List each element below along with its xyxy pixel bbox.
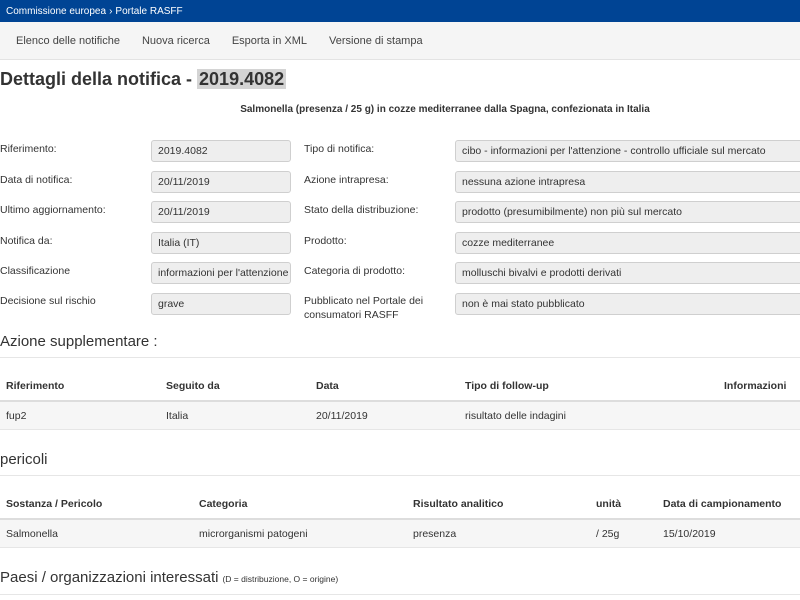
hazards-cell-sampling-date: 15/10/2019 <box>663 528 716 540</box>
risk-decision-label: Decisione sul rischio <box>0 295 96 307</box>
classification-label: Classificazione <box>0 265 71 277</box>
section-divider <box>0 475 800 476</box>
action-taken-label: Azione intrapresa: <box>304 174 389 186</box>
followup-col-reference: Riferimento <box>6 380 65 392</box>
section-divider <box>0 357 800 358</box>
reference-field: 2019.4082 <box>151 140 291 162</box>
consumer-portal-field: non è mai stato pubblicato <box>455 293 800 315</box>
classification-field: informazioni per l'attenzione <box>151 262 291 284</box>
notification-type-field: cibo - informazioni per l'attenzione - c… <box>455 140 800 162</box>
last-update-field: 20/11/2019 <box>151 201 291 223</box>
followup-section-title: Azione supplementare : <box>0 333 158 350</box>
table-row: fup2 Italia 20/11/2019 risultato delle i… <box>0 402 800 430</box>
distribution-status-label: Stato della distribuzione: <box>304 204 419 216</box>
notification-subject: Salmonella (presenza / 25 g) in cozze me… <box>240 104 650 115</box>
page-title-prefix: Dettagli della notifica - <box>0 69 198 89</box>
hazards-cell-substance: Salmonella <box>6 528 58 540</box>
hazards-cell-result: presenza <box>413 528 457 540</box>
section-divider <box>0 594 800 595</box>
product-category-label: Categoria di prodotto: <box>304 265 405 277</box>
action-taken-field: nessuna azione intrapresa <box>455 171 800 193</box>
action-nav: Elenco delle notifiche Nuova ricerca Esp… <box>0 22 800 60</box>
notification-reference: 2019.4082 <box>197 69 287 89</box>
breadcrumb-home-link[interactable]: Commissione europea <box>6 6 106 17</box>
followup-col-followed-by: Seguito da <box>166 380 220 392</box>
hazards-col-category: Categoria <box>199 498 248 510</box>
last-update-label: Ultimo aggiornamento: <box>0 204 106 216</box>
nav-new-search[interactable]: Nuova ricerca <box>131 35 221 47</box>
hazards-cell-category: microrganismi patogeni <box>199 528 308 540</box>
product-category-field: molluschi bivalvi e prodotti derivati <box>455 262 800 284</box>
countries-title-text: Paesi / organizzazioni interessati <box>0 569 219 586</box>
countries-section-title: Paesi / organizzazioni interessati (D = d… <box>0 569 338 586</box>
followup-table-header: Riferimento Seguito da Data Tipo di foll… <box>0 370 800 402</box>
notification-type-label: Tipo di notifica: <box>304 143 375 155</box>
nav-print-version[interactable]: Versione di stampa <box>318 35 434 47</box>
countries-legend-note: (D = distribuzione, O = origine) <box>222 574 339 584</box>
distribution-status-field: prodotto (presumibilmente) non più sul m… <box>455 201 800 223</box>
product-label: Prodotto: <box>304 235 347 247</box>
reference-label: Riferimento: <box>0 143 57 155</box>
risk-decision-field: grave <box>151 293 291 315</box>
notified-by-field: Italia (IT) <box>151 232 291 254</box>
hazards-col-substance: Sostanza / Pericolo <box>6 498 103 510</box>
hazards-section-title: pericoli <box>0 451 48 468</box>
hazards-col-sampling-date: Data di campionamento <box>663 498 782 510</box>
hazards-table-header: Sostanza / Pericolo Categoria Risultato … <box>0 488 800 520</box>
breadcrumb: Commissione europea › Portale RASFF <box>0 0 800 22</box>
nav-notification-list[interactable]: Elenco delle notifiche <box>5 35 131 47</box>
breadcrumb-current-link[interactable]: Portale RASFF <box>115 6 182 17</box>
table-row: Salmonella microrganismi patogeni presen… <box>0 520 800 548</box>
notified-by-label: Notifica da: <box>0 235 53 247</box>
followup-col-info: Informazioni <box>724 380 787 392</box>
hazards-col-result: Risultato analitico <box>413 498 504 510</box>
notification-date-label: Data di notifica: <box>0 174 73 186</box>
page-title: Dettagli della notifica - 2019.4082 <box>0 66 287 92</box>
followup-cell-reference: fup2 <box>6 410 27 422</box>
consumer-portal-label: Pubblicato nel Portale dei consumatori R… <box>304 295 424 321</box>
followup-col-type: Tipo di follow-up <box>465 380 549 392</box>
followup-col-date: Data <box>316 380 339 392</box>
product-field: cozze mediterranee <box>455 232 800 254</box>
notification-date-field: 20/11/2019 <box>151 171 291 193</box>
followup-cell-followed-by: Italia <box>166 410 189 422</box>
hazards-cell-unit: / 25g <box>596 528 620 540</box>
followup-cell-type: risultato delle indagini <box>465 410 566 422</box>
nav-export-xml[interactable]: Esporta in XML <box>221 35 318 47</box>
breadcrumb-separator: › <box>109 5 113 17</box>
followup-cell-date: 20/11/2019 <box>316 410 368 422</box>
hazards-col-unit: unità <box>596 498 622 510</box>
